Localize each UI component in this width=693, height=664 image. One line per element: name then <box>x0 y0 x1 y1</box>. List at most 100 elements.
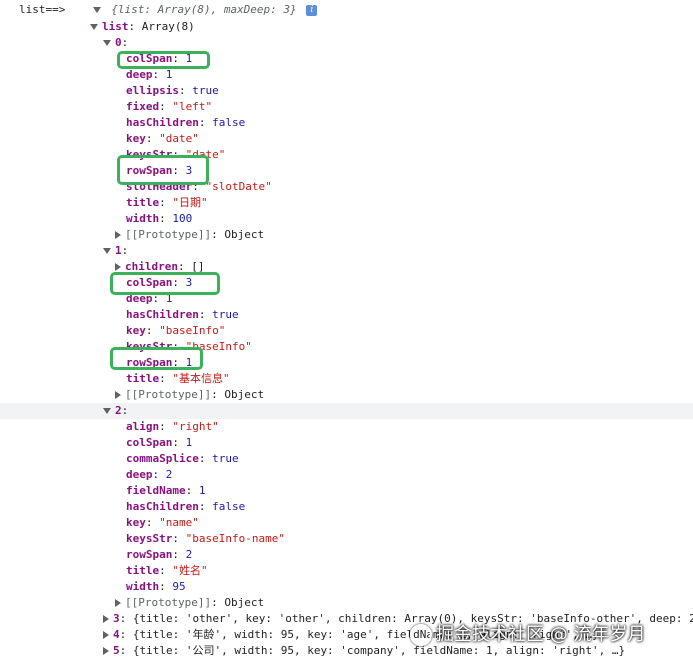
expand-arrow-icon[interactable] <box>90 24 98 30</box>
prop-key: key <box>126 132 146 145</box>
item-1-header[interactable]: 1: <box>103 243 128 259</box>
item-0-header[interactable]: 0: <box>103 35 128 51</box>
expand-arrow-icon[interactable] <box>92 7 101 13</box>
prototype-key: [[Prototype]] <box>125 596 212 609</box>
prop-value: 2 <box>185 548 193 561</box>
item-2-header[interactable]: 2: <box>103 403 128 419</box>
watermark-logo-icon <box>410 624 432 646</box>
prop-value: "日期" <box>172 196 208 209</box>
prop-row: ellipsis: true <box>126 84 219 97</box>
expand-arrow-icon[interactable] <box>103 248 111 254</box>
item-index: 4 <box>113 628 120 641</box>
prop-key: width <box>126 212 160 225</box>
prop-key: deep <box>126 68 153 81</box>
highlight-box-colspan-0 <box>117 51 210 69</box>
prop-row: fixed: "left" <box>126 100 213 113</box>
var-label: list==> <box>19 3 66 16</box>
collapse-arrow-icon[interactable] <box>115 231 121 239</box>
prop-key: title <box>126 196 160 209</box>
prop-value: true <box>212 308 239 321</box>
prop-row: key: "name" <box>126 516 199 529</box>
prop-value: true <box>212 452 239 465</box>
prop-key: commaSplice <box>126 452 199 465</box>
expand-arrow-icon[interactable] <box>103 408 111 414</box>
prop-row: hasChildren: true <box>126 308 239 321</box>
prototype-value: Object <box>224 596 265 609</box>
prop-value: "name" <box>159 516 199 529</box>
prop-value: 1 <box>185 436 193 449</box>
prototype-value: Object <box>224 228 265 241</box>
prop-row: width: 95 <box>126 580 186 593</box>
prop-key: title <box>126 564 160 577</box>
prop-row: commaSplice: true <box>126 452 239 465</box>
prop-value: 1 <box>165 68 173 81</box>
prop-row: title: "日期" <box>126 196 208 209</box>
prototype-key: [[Prototype]] <box>125 228 212 241</box>
prop-value: false <box>212 116 246 129</box>
prop-value: 1 <box>198 484 206 497</box>
prop-row: deep: 1 <box>126 68 173 81</box>
prop-row: key: "baseInfo" <box>126 324 226 337</box>
prop-key: deep <box>126 468 153 481</box>
prop-row: hasChildren: false <box>126 116 246 129</box>
item-index: 1 <box>115 244 122 257</box>
list-key: list <box>102 20 129 33</box>
collapse-arrow-icon[interactable] <box>103 647 109 655</box>
prop-key: fieldName <box>126 484 186 497</box>
root-summary[interactable]: {list: Array(8), maxDeep: 3} <box>111 3 296 16</box>
prop-value: "date" <box>159 132 199 145</box>
prop-row: rowSpan: 2 <box>126 548 193 561</box>
prop-row: title: "姓名" <box>126 564 208 577</box>
expand-arrow-icon[interactable] <box>103 40 111 46</box>
prototype-key: [[Prototype]] <box>125 388 212 401</box>
prop-key: key <box>126 516 146 529</box>
item-index: 5 <box>113 644 120 657</box>
prop-key: align <box>126 420 160 433</box>
info-icon[interactable]: i <box>306 4 318 16</box>
prop-key: keysStr <box>126 532 173 545</box>
prop-row: deep: 2 <box>126 468 173 481</box>
highlight-box-colspan-1 <box>110 272 220 295</box>
root-line: list==> {list: Array(8), maxDeep: 3} i <box>19 2 318 18</box>
collapse-arrow-icon[interactable] <box>115 391 121 399</box>
prop-value: "baseInfo" <box>159 324 226 337</box>
prop-row: align: "right" <box>126 420 219 433</box>
collapse-arrow-icon[interactable] <box>115 599 121 607</box>
collapse-arrow-icon[interactable] <box>115 263 121 271</box>
prototype-row[interactable]: [[Prototype]]: Object <box>115 595 264 611</box>
highlight-box-rowspan-1 <box>110 347 203 370</box>
prop-value: "left" <box>172 100 213 113</box>
prop-key: hasChildren <box>126 116 199 129</box>
prop-value: "slotDate" <box>205 180 272 193</box>
collapse-arrow-icon[interactable] <box>103 631 109 639</box>
list-value: Array(8) <box>141 20 195 33</box>
prop-row: key: "date" <box>126 132 199 145</box>
prop-value: false <box>212 500 246 513</box>
prop-key: width <box>126 580 160 593</box>
item-index: 2 <box>115 404 122 417</box>
prop-row: fieldName: 1 <box>126 484 206 497</box>
prop-row: width: 100 <box>126 212 193 225</box>
prop-key: ellipsis <box>126 84 179 97</box>
prop-value: "基本信息" <box>172 372 230 385</box>
prop-value: 95 <box>172 580 186 593</box>
prop-key: key <box>126 324 146 337</box>
prop-value: true <box>192 84 219 97</box>
prop-key: colSpan <box>126 436 173 449</box>
prop-row: hasChildren: false <box>126 500 246 513</box>
prop-row: title: "基本信息" <box>126 372 230 385</box>
item-index: 3 <box>113 612 120 625</box>
prop-value: 2 <box>165 468 173 481</box>
prop-key: title <box>126 372 160 385</box>
prop-key: hasChildren <box>126 500 199 513</box>
prop-row: keysStr: "baseInfo-name" <box>126 532 285 545</box>
highlight-box-rowspan-0 <box>117 155 209 185</box>
prototype-row[interactable]: [[Prototype]]: Object <box>115 227 264 243</box>
watermark: 掘金技术社区 @ 流年岁月 <box>410 620 645 646</box>
list-header[interactable]: list: Array(8) <box>90 19 195 35</box>
prop-key: rowSpan <box>126 548 173 561</box>
prop-key: fixed <box>126 100 160 113</box>
prototype-row[interactable]: [[Prototype]]: Object <box>115 387 264 403</box>
collapse-arrow-icon[interactable] <box>103 615 109 623</box>
prop-key: hasChildren <box>126 308 199 321</box>
